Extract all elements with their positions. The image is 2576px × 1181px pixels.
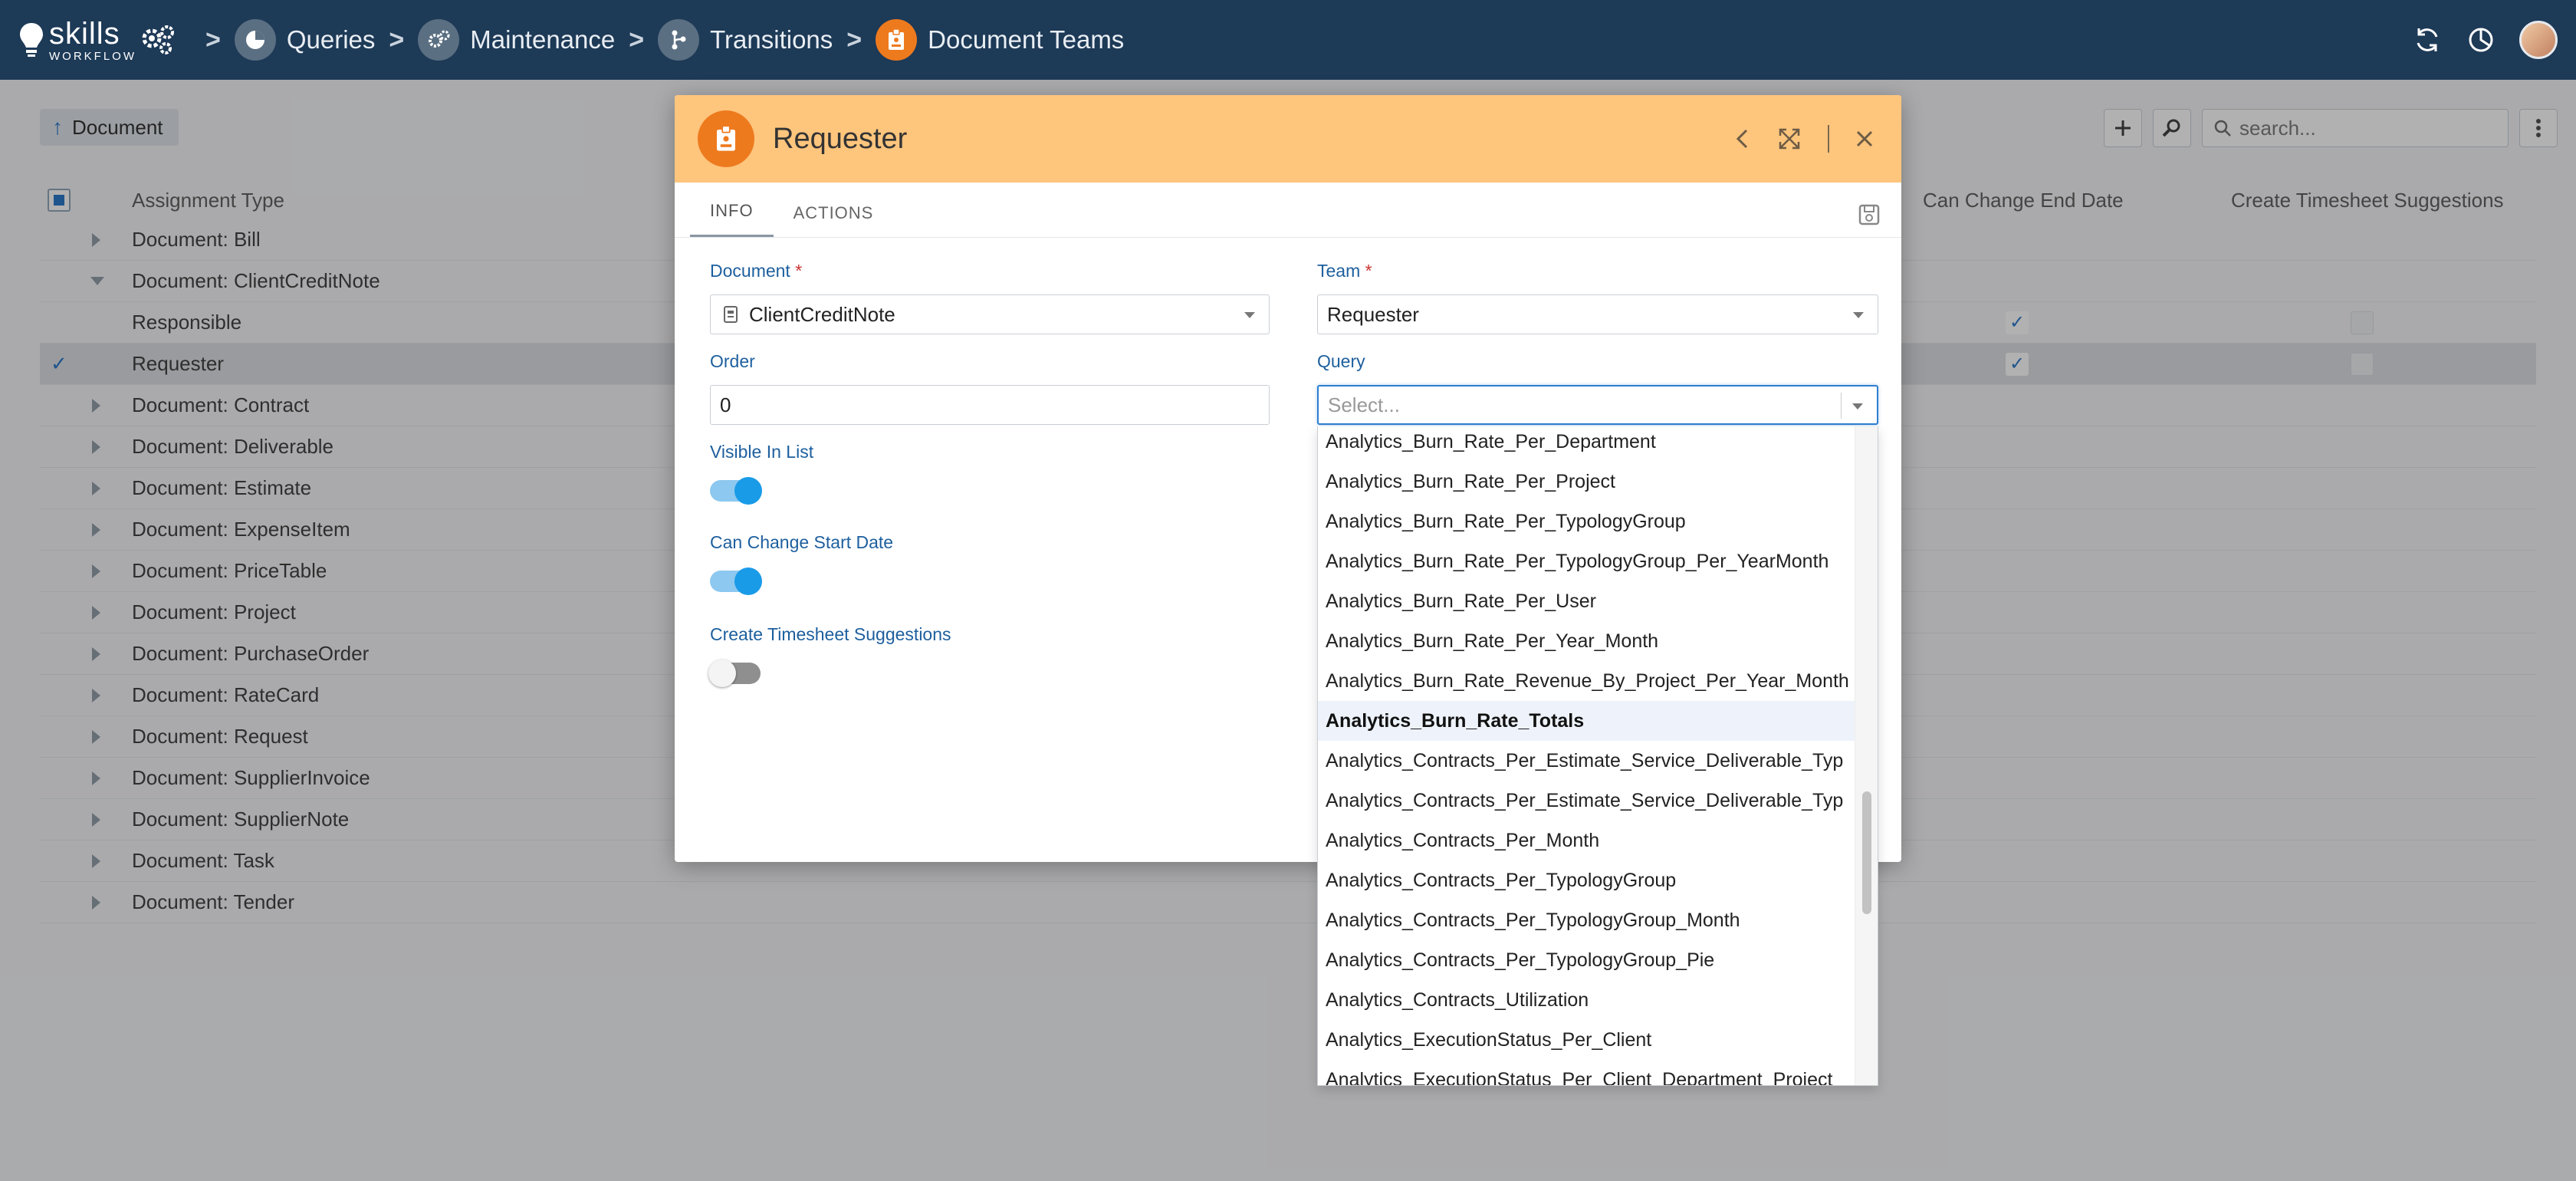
dialog-header: Requester	[675, 95, 1901, 183]
badge-icon	[876, 19, 918, 61]
dialog-tabs: INFO ACTIONS	[675, 183, 1901, 238]
query-placeholder: Select...	[1328, 393, 1400, 416]
query-option[interactable]: Analytics_Burn_Rate_Totals	[1318, 701, 1855, 741]
tab-actions[interactable]: ACTIONS	[774, 203, 894, 237]
breadcrumb-maintenance[interactable]: Maintenance	[418, 19, 615, 61]
query-option[interactable]: Analytics_Contracts_Utilization	[1318, 980, 1855, 1020]
can-change-start-date-label-text: Can Change Start Date	[710, 532, 894, 552]
branch-icon	[658, 19, 700, 61]
query-select[interactable]: Select...	[1317, 385, 1878, 425]
toggle-knob	[708, 660, 736, 687]
visible-in-list-toggle[interactable]	[710, 477, 762, 505]
query-option[interactable]: Analytics_Contracts_Per_TypologyGroup	[1318, 860, 1855, 900]
create-timesheet-label: Create Timesheet Suggestions	[710, 624, 951, 645]
app-logo[interactable]: skills WORKFLOW	[18, 0, 176, 80]
chevron-down-icon	[1853, 312, 1864, 318]
breadcrumb-separator-icon: >	[389, 25, 405, 54]
query-option[interactable]: Analytics_Contracts_Per_TypologyGroup_Pi…	[1318, 940, 1855, 980]
query-option[interactable]: Analytics_Burn_Rate_Revenue_By_Project_P…	[1318, 661, 1855, 701]
order-label: Order	[710, 351, 755, 372]
query-dropdown-list: Analytics_Burn_Rate_Per_Department Analyt…	[1317, 426, 1878, 1086]
query-options: Analytics_Burn_Rate_Per_Department Analyt…	[1318, 426, 1855, 1085]
can-change-start-date-label: Can Change Start Date	[710, 532, 893, 553]
document-icon	[724, 306, 738, 323]
can-change-start-date-toggle[interactable]	[710, 567, 762, 595]
close-icon[interactable]	[1855, 130, 1874, 148]
select-divider	[1841, 393, 1842, 419]
team-label: Team *	[1317, 261, 1372, 281]
badge-icon	[698, 110, 754, 167]
chevron-left-icon[interactable]	[1734, 127, 1751, 150]
dialog-header-actions	[1734, 95, 1874, 183]
document-value: ClientCreditNote	[749, 302, 895, 326]
query-option[interactable]: Analytics_Burn_Rate_Per_TypologyGroup	[1318, 502, 1855, 541]
breadcrumb-label: Document Teams	[928, 25, 1125, 54]
team-select[interactable]: Requester	[1317, 294, 1878, 334]
query-option[interactable]: Analytics_Burn_Rate_Per_TypologyGroup_Pe…	[1318, 541, 1855, 581]
breadcrumb-separator-icon: >	[629, 25, 645, 54]
dialog-title: Requester	[773, 122, 908, 155]
query-label: Query	[1317, 351, 1365, 372]
document-label: Document *	[710, 261, 802, 281]
order-input[interactable]: 0	[710, 385, 1270, 425]
pie-chart-icon	[234, 19, 276, 61]
create-timesheet-label-text: Create Timesheet Suggestions	[710, 624, 951, 644]
document-label-text: Document	[710, 261, 790, 281]
query-option[interactable]: Analytics_Contracts_Per_Estimate_Service…	[1318, 741, 1855, 781]
query-option[interactable]: Analytics_Burn_Rate_Per_Year_Month	[1318, 621, 1855, 661]
gears-icon	[142, 25, 174, 54]
breadcrumb-queries[interactable]: Queries	[234, 19, 376, 61]
query-option[interactable]: Analytics_ExecutionStatus_Per_Client	[1318, 1020, 1855, 1060]
create-timesheet-toggle[interactable]	[708, 660, 761, 687]
order-label-text: Order	[710, 351, 755, 371]
required-mark: *	[1365, 261, 1372, 281]
query-label-text: Query	[1317, 351, 1365, 371]
refresh-icon[interactable]	[2412, 25, 2443, 55]
document-select[interactable]: ClientCreditNote	[710, 294, 1270, 334]
lightbulb-icon	[20, 23, 43, 57]
visible-in-list-label-text: Visible In List	[710, 442, 814, 462]
dropdown-scrollbar[interactable]	[1855, 426, 1878, 1085]
user-avatar[interactable]	[2519, 21, 2558, 59]
breadcrumb-separator-icon: >	[846, 25, 863, 54]
breadcrumb-document-teams[interactable]: Document Teams	[876, 19, 1124, 61]
logo-main-text: skills	[49, 16, 120, 51]
required-mark: *	[795, 261, 803, 281]
query-option[interactable]: Analytics_Burn_Rate_Per_Department	[1318, 426, 1855, 462]
query-option[interactable]: Analytics_Contracts_Per_Month	[1318, 821, 1855, 860]
breadcrumb-label: Transitions	[710, 25, 833, 54]
breadcrumb-separator-icon: >	[205, 25, 221, 54]
chevron-down-icon[interactable]	[1852, 403, 1863, 410]
logo-sub-text: WORKFLOW	[49, 49, 136, 63]
breadcrumb-label: Maintenance	[470, 25, 616, 54]
expand-icon[interactable]	[1777, 127, 1802, 151]
query-option[interactable]: Analytics_Contracts_Per_Estimate_Service…	[1318, 781, 1855, 821]
team-value: Requester	[1327, 302, 1419, 326]
toggle-knob	[734, 477, 762, 505]
breadcrumb-label: Queries	[286, 25, 376, 54]
query-option[interactable]: Analytics_Burn_Rate_Per_User	[1318, 581, 1855, 621]
top-bar: skills WORKFLOW > Queries > Maintenance …	[0, 0, 2576, 80]
logo-text: skills WORKFLOW	[49, 18, 136, 62]
query-option[interactable]: Analytics_Contracts_Per_TypologyGroup_Mo…	[1318, 900, 1855, 940]
gears-icon	[418, 19, 460, 61]
toggle-knob	[734, 567, 762, 595]
tab-info[interactable]: INFO	[690, 201, 774, 237]
breadcrumb-transitions[interactable]: Transitions	[658, 19, 833, 61]
visible-in-list-label: Visible In List	[710, 442, 813, 462]
header-divider	[1828, 125, 1829, 153]
order-value: 0	[720, 393, 731, 416]
chevron-down-icon	[1244, 312, 1255, 318]
theme-icon[interactable]	[2466, 25, 2496, 55]
team-label-text: Team	[1317, 261, 1361, 281]
scrollbar-thumb[interactable]	[1862, 791, 1871, 914]
query-option[interactable]: Analytics_Burn_Rate_Per_Project	[1318, 462, 1855, 502]
topbar-actions	[2412, 0, 2558, 80]
save-icon[interactable]	[1857, 202, 1881, 227]
query-option[interactable]: Analytics_ExecutionStatus_Per_Client_Dep…	[1318, 1060, 1855, 1085]
